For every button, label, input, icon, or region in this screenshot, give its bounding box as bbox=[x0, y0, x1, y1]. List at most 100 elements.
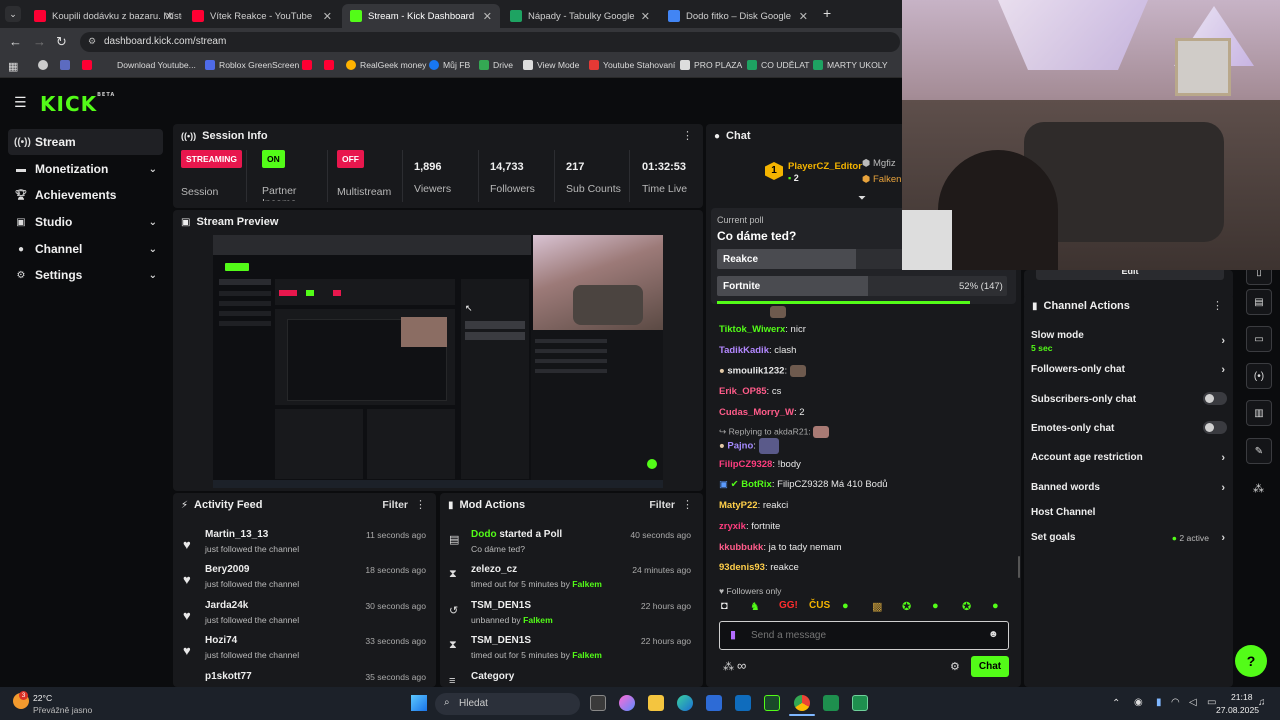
multistream-badge[interactable]: OFF bbox=[337, 150, 364, 168]
mod-user[interactable]: TSM_DEN1S bbox=[471, 635, 531, 646]
calculator-icon[interactable] bbox=[852, 695, 868, 711]
emote-icon[interactable]: ● bbox=[932, 600, 939, 612]
bookmark-co-udelat[interactable]: CO UDĚLAT bbox=[747, 60, 810, 70]
youtube-icon[interactable] bbox=[82, 60, 96, 70]
chat-username[interactable]: zryxik bbox=[719, 521, 746, 532]
clock-date[interactable]: 27.08.2025 bbox=[1216, 705, 1259, 715]
sidebar-item-stream[interactable]: ((•)) Stream bbox=[8, 129, 163, 155]
sidebar-item-monetization[interactable]: ▬ Monetization ⌄ bbox=[8, 156, 163, 182]
gear-icon[interactable]: ⚙ bbox=[950, 660, 960, 673]
chat-scrollbar[interactable] bbox=[1018, 556, 1020, 578]
chat-username[interactable]: Cudas_Morry_W bbox=[719, 407, 794, 418]
tab-2[interactable]: Vítek Reakce - YouTube ✕ bbox=[184, 4, 340, 28]
bookmark-marty-ukoly[interactable]: MARTY UKOLY bbox=[813, 60, 888, 70]
store-icon[interactable] bbox=[706, 695, 722, 711]
bookmark-youtube-stahovani[interactable]: Youtube Stahovaní bbox=[589, 60, 675, 70]
close-icon[interactable]: ✕ bbox=[165, 10, 174, 23]
chat-username[interactable]: TadikKadik bbox=[719, 345, 769, 356]
wifi-icon[interactable]: ◠ bbox=[1171, 697, 1180, 708]
bookmark-download-youtube[interactable]: Download Youtube... bbox=[117, 60, 196, 70]
volume-icon[interactable]: ◁ bbox=[1189, 697, 1197, 708]
more-icon[interactable]: ⋮ bbox=[415, 498, 426, 511]
emotes-only-toggle[interactable] bbox=[1203, 421, 1227, 434]
edge-icon[interactable] bbox=[677, 695, 693, 711]
emote-icon[interactable]: ♞ bbox=[750, 600, 760, 613]
chat-username[interactable]: 93denis93 bbox=[719, 562, 765, 573]
partner-badge[interactable]: ON bbox=[262, 150, 285, 168]
forward-icon[interactable]: → bbox=[33, 34, 46, 49]
sidebar-item-settings[interactable]: ⚙ Settings ⌄ bbox=[8, 262, 163, 288]
mod-filter-button[interactable]: Filter bbox=[649, 499, 675, 511]
sidebar-item-channel[interactable]: ● Channel ⌄ bbox=[8, 236, 163, 262]
weather-temp[interactable]: 22°C bbox=[33, 693, 52, 703]
more-icon[interactable]: ⋮ bbox=[1212, 299, 1223, 312]
mod-by[interactable]: Falkem bbox=[572, 579, 602, 589]
chevron-up-icon[interactable]: ⌃ bbox=[1112, 698, 1120, 709]
bookmark-drive[interactable]: Drive bbox=[479, 60, 513, 70]
mod-user[interactable]: Category bbox=[471, 671, 514, 682]
chat-username[interactable]: kkubbukk bbox=[719, 542, 763, 553]
emote-icon[interactable]: ▩ bbox=[872, 600, 882, 613]
expand-icon[interactable]: ⏷ bbox=[858, 193, 866, 204]
infinity-icon[interactable]: ∞ bbox=[737, 658, 746, 673]
chat-username[interactable]: MatyP22 bbox=[719, 500, 758, 511]
bookmark-icon[interactable] bbox=[60, 60, 74, 70]
chat-username[interactable]: Pajno bbox=[727, 441, 753, 452]
back-icon[interactable]: ← bbox=[9, 34, 22, 49]
more-icon[interactable]: ⋮ bbox=[682, 498, 693, 511]
rail-button-broadcast[interactable]: (•) bbox=[1246, 363, 1272, 389]
tab-4[interactable]: Nápady - Tabulky Google ✕ bbox=[502, 4, 658, 28]
stream-preview-video[interactable]: ↖ bbox=[213, 235, 663, 488]
more-icon[interactable]: ⋮ bbox=[682, 129, 693, 142]
action-subscribers-only[interactable]: Subscribers-only chat bbox=[1031, 392, 1231, 405]
mic-icon[interactable]: ▮ bbox=[1156, 697, 1162, 708]
windows-start-icon[interactable] bbox=[411, 695, 427, 711]
mod-by[interactable]: Falkem bbox=[572, 650, 602, 660]
close-icon[interactable]: ✕ bbox=[323, 10, 332, 23]
action-host-channel[interactable]: Host Channel bbox=[1031, 507, 1231, 518]
copilot-icon[interactable] bbox=[619, 695, 635, 711]
reload-icon[interactable]: ↻ bbox=[56, 34, 67, 50]
top-gifter-name[interactable]: PlayerCZ_Editor bbox=[788, 161, 862, 172]
rail-button-chat[interactable]: ▭ bbox=[1246, 326, 1272, 352]
kick-logo[interactable]: KICKBETA bbox=[40, 92, 115, 116]
activity-filter-button[interactable]: Filter bbox=[382, 499, 408, 511]
network-icon[interactable]: ◉ bbox=[1134, 697, 1143, 708]
menu-icon[interactable]: ☰ bbox=[14, 94, 27, 111]
help-support-icon[interactable]: ? bbox=[1235, 645, 1267, 677]
chat-username[interactable]: smoulik1232 bbox=[727, 366, 784, 377]
chat-message-input[interactable] bbox=[751, 626, 971, 644]
emote-icon[interactable]: ● bbox=[842, 600, 849, 612]
action-slow-mode[interactable]: Slow mode 5 sec › bbox=[1031, 330, 1231, 353]
close-icon[interactable]: ✕ bbox=[799, 10, 808, 23]
activity-user[interactable]: p1skott77 bbox=[205, 671, 252, 682]
action-set-goals[interactable]: Set goals ● 2 active › bbox=[1031, 532, 1231, 544]
send-chat-button[interactable]: Chat bbox=[971, 656, 1009, 677]
bookmark-facebook[interactable]: Můj FB bbox=[429, 60, 470, 70]
emoji-icon[interactable]: ☻ bbox=[988, 629, 999, 640]
bookmark-view-mode[interactable]: View Mode bbox=[523, 60, 579, 70]
file-explorer-icon[interactable] bbox=[648, 695, 664, 711]
youtube-icon[interactable] bbox=[302, 60, 316, 70]
mod-user[interactable]: TSM_DEN1S bbox=[471, 600, 531, 611]
clock-time[interactable]: 21:18 bbox=[1231, 692, 1253, 702]
chat-username[interactable]: FilipCZ9328 bbox=[719, 459, 772, 470]
site-info-icon[interactable]: ⚙ bbox=[88, 36, 96, 47]
tab-3[interactable]: Stream - Kick Dashboard ✕ bbox=[342, 4, 500, 28]
tab-search-icon[interactable]: ⌄ bbox=[5, 6, 21, 22]
subscribers-only-toggle[interactable] bbox=[1203, 392, 1227, 405]
activity-user[interactable]: Jarda24k bbox=[205, 600, 248, 611]
notification-bell-icon[interactable]: ♫ bbox=[1258, 697, 1266, 708]
mod-by[interactable]: Falkem bbox=[523, 615, 553, 625]
terminal-icon[interactable] bbox=[764, 695, 780, 711]
outlook-icon[interactable] bbox=[735, 695, 751, 711]
activity-user[interactable]: Bery2009 bbox=[205, 564, 249, 575]
chat-username[interactable]: Erik_OP85 bbox=[719, 386, 767, 397]
tab-5[interactable]: Dodo fitko – Disk Google ✕ bbox=[660, 4, 816, 28]
kick-points-icon[interactable]: ⁂ bbox=[723, 660, 734, 673]
cus-emote-icon[interactable]: ČUS bbox=[809, 600, 830, 611]
rail-button-2[interactable]: ▤ bbox=[1246, 289, 1272, 315]
apps-icon[interactable]: ▦ bbox=[8, 60, 18, 73]
close-icon[interactable]: ✕ bbox=[483, 10, 492, 23]
url-input[interactable]: dashboard.kick.com/stream bbox=[80, 32, 900, 52]
